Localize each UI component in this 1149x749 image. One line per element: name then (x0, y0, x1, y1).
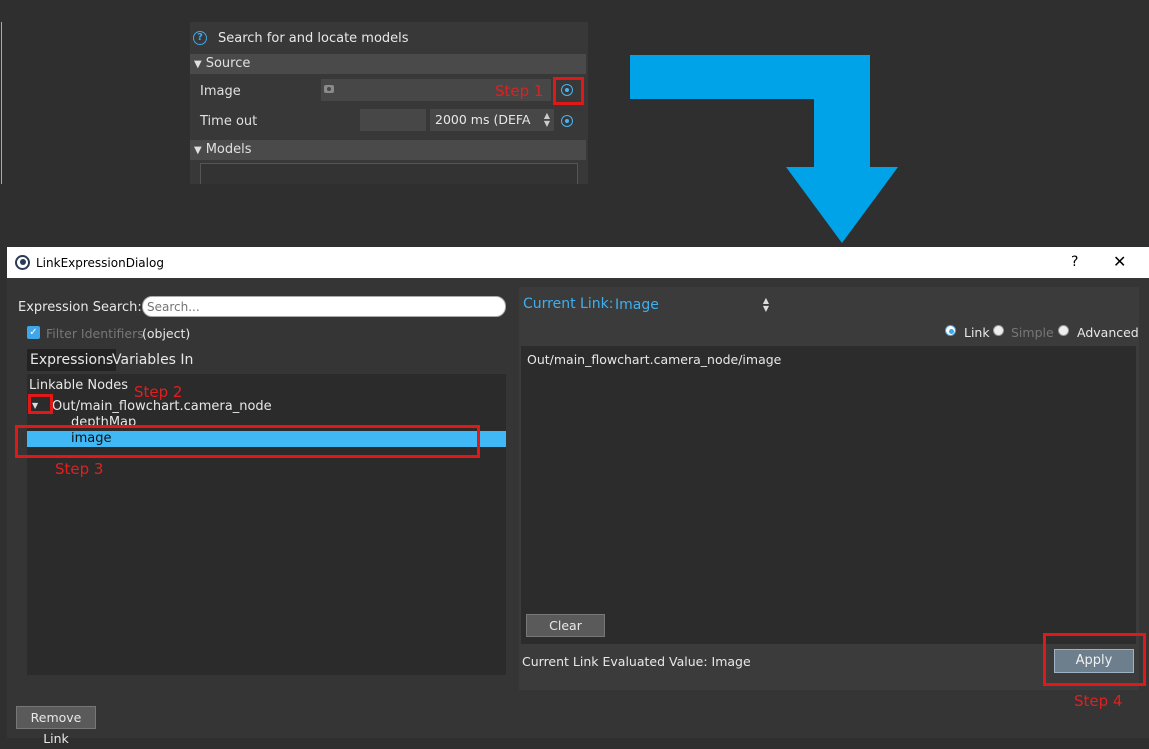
help-icon[interactable]: ? (193, 31, 207, 45)
window-title: LinkExpressionDialog (36, 256, 164, 270)
window-edge-line (1, 22, 2, 184)
select-arrows-icon: ▲ ▼ (762, 296, 769, 313)
step2-highlight-box (28, 394, 53, 414)
close-icon[interactable]: ✕ (1113, 252, 1126, 271)
tree-node-camera[interactable]: Out/main_flowchart.camera_node (52, 399, 272, 414)
timeout-number-field[interactable] (360, 109, 426, 131)
source-section-header[interactable]: ▼ Source (190, 54, 586, 74)
evaluated-value-label: Current Link Evaluated Value: Image (522, 654, 751, 669)
source-section-label: Source (205, 56, 251, 71)
current-link-label: Current Link: (523, 296, 614, 312)
title-bar: LinkExpressionDialog ? ✕ (7, 247, 1149, 278)
current-link-select[interactable]: Image ▲ ▼ (609, 294, 773, 316)
expression-search-label: Expression Search: (18, 300, 142, 315)
mode-link-radio[interactable] (945, 325, 956, 336)
tab-expressions[interactable]: Expressions (27, 349, 117, 371)
timeout-select[interactable]: 2000 ms (DEFA ▲ ▼ (430, 109, 554, 131)
collapse-triangle-icon: ▼ (194, 145, 202, 156)
expression-text: Out/main_flowchart.camera_node/image (527, 352, 782, 367)
app-eye-icon (15, 255, 30, 270)
panel-title: Search for and locate models (218, 31, 409, 46)
clear-button[interactable]: Clear (526, 614, 605, 637)
mode-simple-radio[interactable] (993, 325, 1004, 336)
models-section-header[interactable]: ▼ Models (190, 140, 586, 160)
step3-highlight-box (15, 425, 480, 458)
arrow-shape (630, 55, 898, 243)
step1-highlight-box (553, 77, 584, 105)
image-property-label: Image (200, 84, 241, 99)
current-link-value: Image (615, 297, 659, 313)
models-list[interactable] (200, 163, 578, 184)
timeout-select-value: 2000 ms (DEFA (435, 112, 531, 127)
step1-annotation: Step 1 (495, 82, 544, 100)
tab-variables-in[interactable]: Variables In (109, 349, 196, 371)
model-search-panel: ? Search for and locate models ▼ Source I… (190, 22, 588, 184)
step4-highlight-box (1043, 633, 1146, 686)
timeout-link-toggle-icon[interactable] (561, 115, 573, 127)
expression-search-input[interactable] (142, 296, 506, 317)
mode-advanced-label: Advanced (1077, 325, 1139, 340)
filter-identifiers-checkbox[interactable]: ✓ (27, 326, 40, 339)
link-expression-dialog: LinkExpressionDialog ? ✕ Expression Sear… (7, 247, 1149, 746)
step2-annotation: Step 2 (134, 383, 183, 401)
mode-advanced-radio[interactable] (1058, 325, 1069, 336)
mode-link-label: Link (964, 325, 990, 340)
models-section-label: Models (205, 142, 252, 157)
mode-simple-label: Simple (1011, 325, 1054, 340)
filter-identifiers-label: Filter Identifiers (46, 326, 144, 341)
tree-header: Linkable Nodes (29, 378, 129, 393)
expression-text-area[interactable]: Out/main_flowchart.camera_node/image (521, 346, 1136, 644)
spin-arrows-icon: ▲ ▼ (543, 111, 550, 128)
collapse-triangle-icon: ▼ (194, 59, 202, 70)
timeout-property-label: Time out (200, 114, 258, 129)
filter-value: (object) (142, 326, 191, 341)
remove-link-button[interactable]: Remove Link (16, 706, 96, 746)
step3-annotation: Step 3 (55, 460, 104, 478)
help-button[interactable]: ? (1071, 254, 1078, 270)
step4-annotation: Step 4 (1074, 692, 1123, 710)
linkable-nodes-tree[interactable]: Linkable Nodes ▼ Out/main_flowchart.came… (27, 374, 506, 675)
flow-arrow-icon (630, 55, 898, 243)
camera-icon (324, 85, 334, 93)
